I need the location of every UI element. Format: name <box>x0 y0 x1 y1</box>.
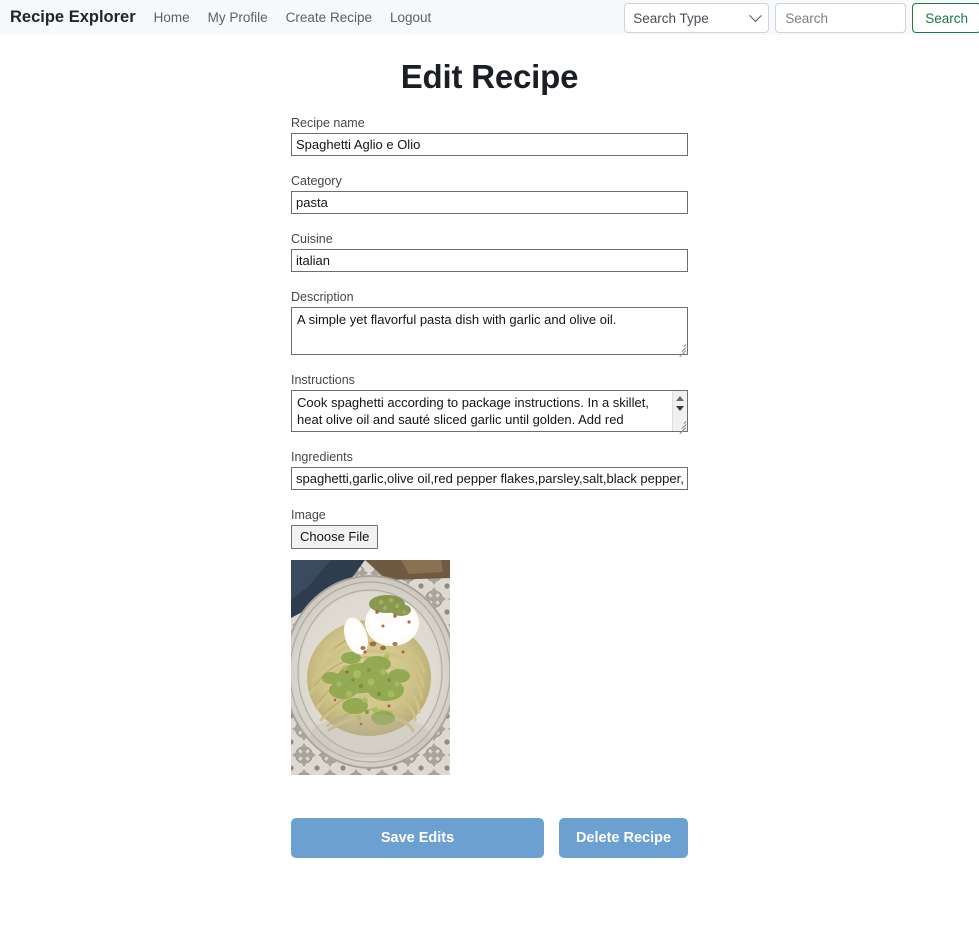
page-title: Edit Recipe <box>400 58 579 95</box>
description-textarea-wrapper: A simple yet flavorful pasta dish with g… <box>291 307 688 358</box>
choose-file-button[interactable]: Choose File <box>291 525 379 549</box>
instructions-textarea[interactable]: Cook spaghetti according to package inst… <box>291 390 688 432</box>
search-input[interactable] <box>775 3 907 33</box>
recipe-name-label: Recipe name <box>291 116 365 130</box>
field-category: Category <box>291 174 688 214</box>
field-recipe-name: Recipe name <box>291 116 688 156</box>
recipe-image-preview <box>291 560 450 775</box>
field-ingredients: Ingredients <box>291 450 688 490</box>
navbar: Recipe Explorer Home My Profile Create R… <box>0 0 979 35</box>
description-label: Description <box>291 290 354 304</box>
recipe-name-input[interactable] <box>291 133 688 156</box>
scroll-down-arrow-icon[interactable] <box>676 406 684 411</box>
instructions-textarea-wrapper: Cook spaghetti according to package inst… <box>291 390 688 435</box>
field-description: Description A simple yet flavorful pasta… <box>291 290 688 358</box>
nav-link-create-recipe[interactable]: Create Recipe <box>286 10 372 25</box>
instructions-scrollbar[interactable] <box>672 391 687 431</box>
description-textarea[interactable]: A simple yet flavorful pasta dish with g… <box>291 307 688 355</box>
nav-links: Home My Profile Create Recipe Logout <box>154 10 432 25</box>
field-instructions: Instructions Cook spaghetti according to… <box>291 373 688 435</box>
image-label: Image <box>291 508 326 522</box>
search-type-label: Search Type <box>633 10 709 26</box>
category-label: Category <box>291 174 342 188</box>
cuisine-input[interactable] <box>291 249 688 272</box>
scroll-up-arrow-icon[interactable] <box>676 396 684 401</box>
cuisine-label: Cuisine <box>291 232 333 246</box>
nav-link-my-profile[interactable]: My Profile <box>208 10 268 25</box>
field-image: Image Choose File <box>291 508 688 775</box>
chevron-down-icon <box>749 8 763 22</box>
save-edits-button[interactable]: Save Edits <box>291 818 544 858</box>
field-cuisine: Cuisine <box>291 232 688 272</box>
search-type-select[interactable]: Search Type <box>624 3 770 33</box>
navbar-search-group: Search Type Search <box>624 3 979 33</box>
nav-link-home[interactable]: Home <box>154 10 190 25</box>
delete-recipe-button[interactable]: Delete Recipe <box>559 818 688 858</box>
brand-logo[interactable]: Recipe Explorer <box>10 8 136 27</box>
edit-recipe-form: Recipe name Category Cuisine Description… <box>291 96 688 775</box>
ingredients-label: Ingredients <box>291 450 353 464</box>
ingredients-input[interactable] <box>291 467 688 490</box>
category-input[interactable] <box>291 191 688 214</box>
nav-link-logout[interactable]: Logout <box>390 10 431 25</box>
action-buttons: Save Edits Delete Recipe <box>291 775 688 858</box>
instructions-label: Instructions <box>291 373 355 387</box>
search-button[interactable]: Search <box>912 3 979 33</box>
